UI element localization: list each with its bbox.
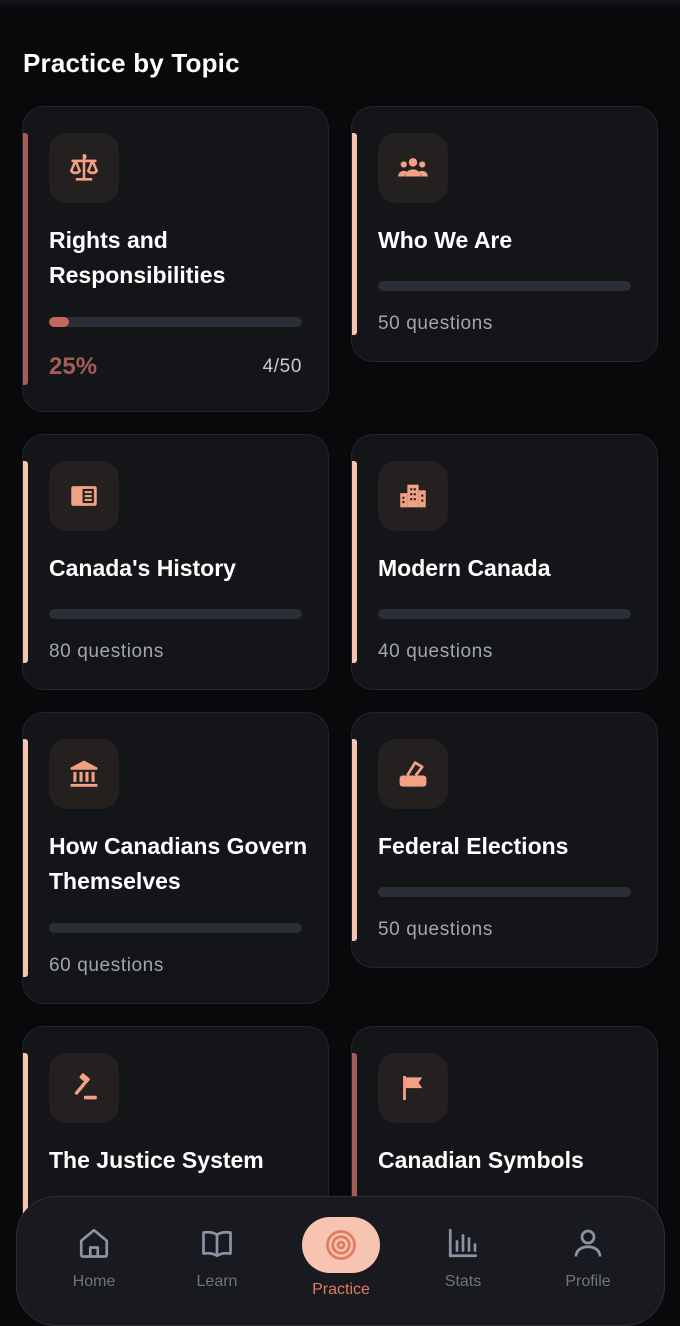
card-accent-bar [352,461,357,663]
question-count: 80 questions [49,641,164,662]
progress-track [49,609,302,619]
card-accent-bar [352,133,357,335]
nav-profile[interactable]: Profile [543,1217,633,1317]
scales-icon [69,153,99,181]
icon-container [49,739,119,809]
topic-title: Canada's History [49,555,236,581]
icon-container [378,133,448,203]
topic-title: Federal Elections [378,833,569,859]
nav-home[interactable]: Home [49,1217,139,1317]
people-group-icon [398,158,428,177]
question-count: 50 questions [378,919,493,940]
card-accent-bar [23,461,28,663]
gavel-icon [74,1073,97,1100]
nav-learn[interactable]: Learn [172,1217,262,1317]
icon-container [378,739,448,809]
topic-title: Who We Are [378,227,513,253]
progress-track [378,887,631,897]
progress-percent: 25% [49,353,98,380]
icon-container [49,1053,119,1123]
topic-card-modern-canada[interactable]: Modern Canada 40 questions [351,434,658,690]
progress-count: 4/50 [262,356,302,377]
section-title: Practice by Topic [23,48,240,78]
nav-practice[interactable]: Practice [296,1217,386,1317]
book-icon [71,486,97,506]
government-building-icon [70,760,98,787]
icon-container [378,461,448,531]
progress-track [49,923,302,933]
city-buildings-icon [400,484,426,508]
topic-card-canadas-history[interactable]: Canada's History 80 questions [22,434,329,690]
icon-container [49,133,119,203]
flag-icon [403,1075,423,1101]
progress-track [49,317,302,327]
target-icon [326,1230,356,1260]
nav-label: Practice [312,1281,370,1298]
topic-card-how-canadians-govern-themselves[interactable]: How Canadians Govern Themselves 60 quest… [22,712,329,1004]
nav-label: Home [72,1273,116,1290]
topic-title: Rights and Responsibilities [49,227,226,288]
question-count: 40 questions [378,641,493,662]
topic-card-who-we-are[interactable]: Who We Are 50 questions [351,106,658,362]
nav-label: Stats [444,1273,482,1290]
topic-card-federal-elections[interactable]: Federal Elections 50 questions [351,712,658,968]
progress-track [378,281,631,291]
card-accent-bar [23,739,28,977]
question-count: 60 questions [49,955,164,976]
bottom-nav: Home Learn Practice Stats Profile [16,1196,665,1326]
icon-container [378,1053,448,1123]
open-book-icon [202,1230,232,1258]
nav-label: Profile [565,1273,611,1290]
home-icon [79,1228,109,1258]
topic-title: Modern Canada [378,555,551,581]
topic-title: Canadian Symbols [378,1147,584,1173]
nav-active-pill [302,1217,380,1273]
card-accent-bar [23,133,28,385]
bar-chart-icon [448,1228,478,1258]
topic-title: The Justice System [49,1147,264,1173]
top-fade [0,0,680,8]
progress-fill [49,317,70,327]
topic-title: How Canadians Govern Themselves [49,833,308,894]
question-count: 50 questions [378,313,493,334]
topic-card-rights-and-responsibilities[interactable]: Rights and Responsibilities 25% 4/50 [22,106,329,412]
ballot-box-icon [399,761,427,787]
icon-container [49,461,119,531]
card-accent-bar [352,739,357,941]
nav-label: Learn [196,1273,238,1290]
nav-stats[interactable]: Stats [418,1217,508,1317]
user-icon [574,1229,602,1257]
progress-track [378,609,631,619]
